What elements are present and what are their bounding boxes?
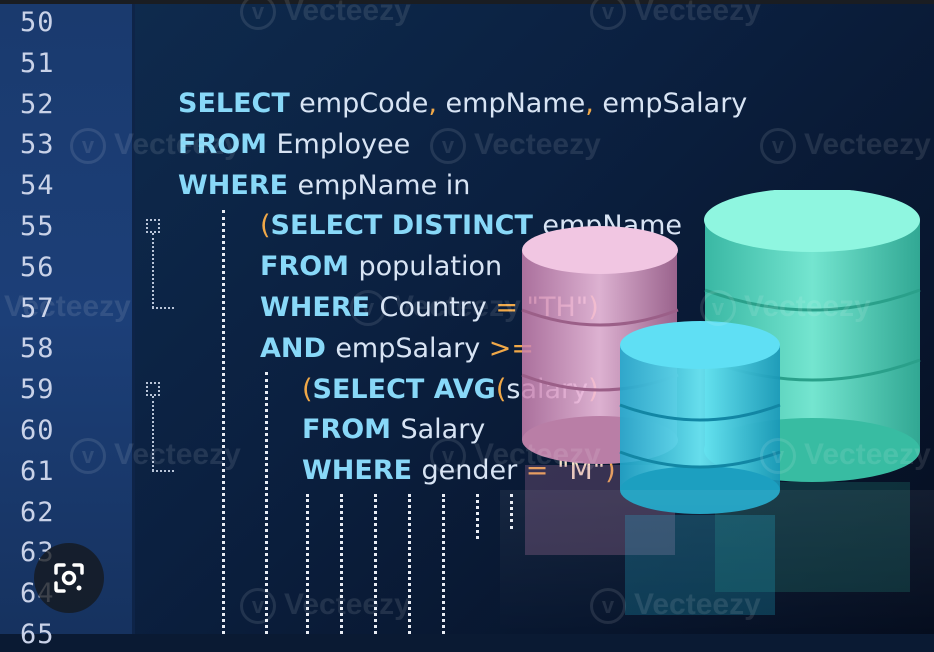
code-line: WHERE empName in — [178, 169, 470, 203]
vecteezy-logo-icon: v — [590, 0, 626, 31]
vecteezy-logo-icon: v — [590, 588, 626, 625]
line-number: 50 — [20, 7, 55, 38]
google-lens-icon — [54, 563, 84, 593]
vecteezy-watermark: vVecteezy — [350, 290, 521, 327]
watermark-text: Vecteezy — [634, 0, 761, 27]
code-token: empName in — [297, 169, 471, 201]
fold-toggle-icon[interactable] — [146, 382, 160, 396]
vecteezy-logo-icon: v — [430, 128, 466, 165]
line-number: 51 — [20, 47, 55, 79]
vecteezy-watermark: vVecteezy — [430, 438, 601, 475]
indent-guide — [222, 210, 225, 634]
vecteezy-watermark: vVecteezy — [760, 438, 931, 475]
line-number: 65 — [20, 619, 55, 650]
watermark-text: Vecteezy — [804, 438, 931, 471]
line-number: 58 — [20, 333, 55, 365]
watermark-text: Vecteezy — [114, 438, 241, 471]
vecteezy-logo-icon: v — [700, 290, 736, 327]
line-number: 54 — [20, 170, 55, 202]
code-token: FROM — [260, 251, 359, 283]
watermark-text: Vecteezy — [474, 438, 601, 471]
watermark-text: Vecteezy — [804, 128, 931, 161]
watermark-text: Vecteezy — [284, 588, 411, 621]
code-token: AND — [260, 332, 336, 364]
vecteezy-logo-icon: v — [350, 290, 386, 327]
code-token: SELECT — [178, 88, 300, 119]
code-token: empCode — [299, 88, 429, 119]
fold-toggle-icon[interactable] — [146, 219, 160, 233]
code-line: AND empSalary >= — [260, 332, 534, 366]
code-token: empSalary — [335, 332, 489, 364]
watermark-text: Vecteezy — [744, 290, 871, 323]
code-token: WHERE — [302, 455, 422, 487]
line-number: 62 — [20, 496, 55, 528]
code-token: Employee — [276, 128, 411, 160]
code-token: population — [358, 251, 503, 283]
vecteezy-watermark: vVecteezy — [70, 438, 241, 475]
vecteezy-logo-icon: v — [760, 128, 796, 165]
vecteezy-logo-icon: v — [70, 128, 106, 165]
google-lens-button[interactable] — [34, 543, 104, 613]
fold-range-line — [152, 233, 154, 308]
vecteezy-watermark: vVecteezy — [430, 128, 601, 165]
code-token: ( — [302, 373, 313, 405]
code-token: WHERE — [178, 169, 298, 201]
line-number: 52 — [20, 88, 55, 120]
code-token: ( — [260, 210, 271, 242]
watermark-text: Vecteezy — [394, 290, 521, 323]
code-line: FROM population — [260, 250, 502, 284]
line-number: 55 — [20, 211, 55, 242]
vecteezy-watermark: vVecteezy — [760, 128, 931, 165]
vecteezy-watermark: v Vecteezy — [590, 0, 761, 31]
watermark-text: Vecteezy — [284, 0, 411, 27]
code-token: , — [585, 88, 603, 119]
vecteezy-watermark: vVecteezy — [70, 128, 241, 165]
line-number: 56 — [20, 251, 55, 283]
database-cylinders-illustration — [500, 190, 934, 634]
watermark-text: Vecteezy — [4, 290, 131, 323]
code-line: SELECT empCode, empName, empSalary — [178, 87, 747, 121]
vecteezy-watermark: vVecteezy — [700, 290, 871, 327]
code-token: empName — [445, 88, 586, 119]
vecteezy-watermark: v Vecteezy — [240, 0, 411, 31]
watermark-text: Vecteezy — [474, 128, 601, 161]
fold-range-end — [152, 307, 174, 309]
indent-guide — [476, 494, 479, 539]
vecteezy-watermark: vVecteezy — [240, 588, 411, 625]
code-token: SELECT AVG — [312, 373, 496, 405]
vecteezy-logo-icon: v — [240, 0, 276, 31]
code-token: , — [428, 88, 446, 119]
vecteezy-logo-icon: v — [760, 438, 796, 475]
vecteezy-watermark: vVecteezy — [0, 290, 131, 326]
watermark-text: Vecteezy — [114, 128, 241, 161]
vecteezy-logo-icon: v — [430, 438, 466, 475]
code-token: FROM — [302, 414, 401, 446]
code-token: empSalary — [602, 88, 748, 119]
line-number: 59 — [20, 374, 55, 406]
watermark-text: Vecteezy — [634, 588, 761, 621]
indent-guide — [442, 494, 445, 634]
vecteezy-watermark: vVecteezy — [590, 588, 761, 625]
vecteezy-logo-icon: v — [240, 588, 276, 625]
vecteezy-logo-icon: v — [70, 438, 106, 475]
